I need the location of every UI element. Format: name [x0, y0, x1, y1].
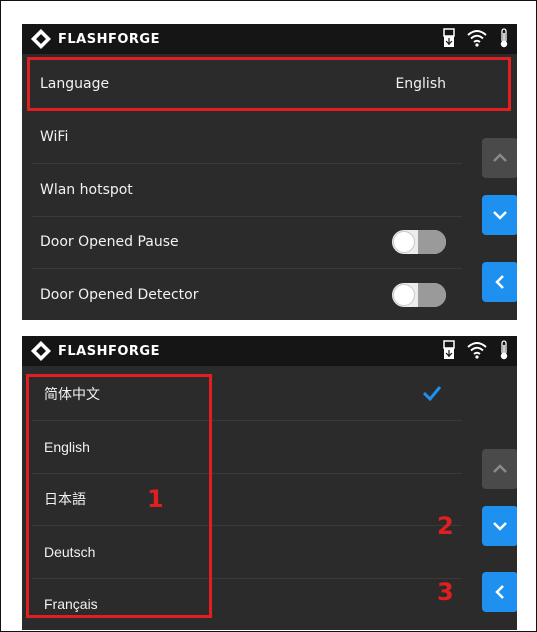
language-option[interactable]: Deutsch	[32, 526, 462, 579]
language-label: English	[44, 439, 90, 455]
settings-row-language[interactable]: Language English	[32, 58, 462, 111]
language-option[interactable]: 简体中文	[32, 368, 462, 421]
language-label: Français	[44, 596, 98, 612]
status-icons	[443, 28, 509, 48]
usb-icon	[443, 28, 455, 47]
scroll-down-button[interactable]	[482, 506, 517, 546]
toggle-knob	[393, 284, 415, 306]
back-button[interactable]	[482, 262, 517, 302]
wifi-icon	[467, 30, 487, 47]
scroll-down-button[interactable]	[482, 195, 517, 235]
top-bar: FLASHFORGE	[22, 24, 517, 54]
scroll-up-button[interactable]	[482, 449, 517, 489]
language-label: 简体中文	[44, 386, 100, 402]
flashforge-logo-icon	[31, 341, 51, 361]
brand: FLASHFORGE	[30, 341, 160, 361]
row-label: Language	[40, 76, 110, 92]
language-value: English	[395, 76, 446, 92]
thermometer-icon	[500, 340, 508, 360]
door-opened-detector-toggle[interactable]	[392, 283, 446, 307]
chevron-down-icon	[493, 211, 507, 220]
chevron-left-icon	[495, 275, 504, 289]
settings-screen: FLASHFORGE Language English WiFi Wlan ho…	[22, 24, 517, 320]
door-opened-pause-toggle[interactable]	[392, 230, 446, 254]
language-label: 日本語	[44, 491, 86, 507]
thermometer-icon	[500, 28, 508, 48]
chevron-down-icon	[493, 522, 507, 531]
back-button[interactable]	[482, 572, 517, 612]
chevron-up-icon	[493, 464, 507, 473]
annotation-number-2: 2	[437, 512, 454, 540]
settings-row-wifi[interactable]: WiFi	[32, 111, 462, 164]
top-bar: FLASHFORGE	[22, 336, 517, 366]
checkmark-icon	[422, 386, 442, 401]
scroll-up-button[interactable]	[482, 138, 517, 178]
annotation-number-3: 3	[437, 578, 454, 606]
chevron-up-icon	[493, 153, 507, 162]
status-icons	[443, 340, 509, 360]
settings-row-wlan-hotspot[interactable]: Wlan hotspot	[32, 164, 462, 217]
toggle-knob	[393, 231, 415, 253]
wifi-icon	[467, 342, 487, 359]
toggle-track	[418, 283, 446, 307]
settings-row-door-opened-pause: Door Opened Pause	[32, 216, 462, 269]
language-label: Deutsch	[44, 544, 96, 560]
language-option[interactable]: Français	[32, 578, 462, 630]
brand-name: FLASHFORGE	[58, 31, 160, 47]
language-option[interactable]: English	[32, 421, 462, 474]
row-label: WiFi	[40, 129, 69, 145]
chevron-left-icon	[495, 585, 504, 599]
brand: FLASHFORGE	[30, 29, 160, 49]
row-label: Door Opened Pause	[40, 234, 179, 250]
settings-row-door-opened-detector: Door Opened Detector	[32, 269, 462, 320]
usb-icon	[443, 340, 455, 359]
annotation-number-1: 1	[147, 485, 164, 513]
flashforge-logo-icon	[31, 29, 51, 49]
row-label: Door Opened Detector	[40, 287, 199, 303]
toggle-track	[418, 230, 446, 254]
language-option[interactable]: 日本語	[32, 473, 462, 526]
brand-name: FLASHFORGE	[58, 343, 160, 359]
row-label: Wlan hotspot	[40, 182, 133, 198]
